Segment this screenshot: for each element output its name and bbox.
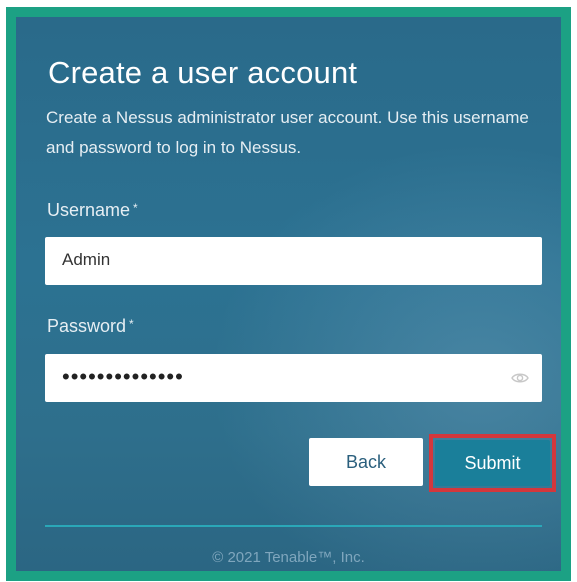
username-label-text: Username	[47, 200, 131, 220]
username-input[interactable]	[45, 237, 482, 283]
username-label: Username *	[47, 200, 138, 221]
password-label-text: Password	[47, 316, 127, 336]
password-input[interactable]	[45, 354, 482, 400]
username-required-marker: *	[133, 201, 138, 215]
create-account-panel: Create a user account Create a Nessus ad…	[16, 17, 561, 571]
copyright-footer: © 2021 Tenable™, Inc.	[212, 549, 365, 566]
password-required-marker: *	[129, 317, 134, 331]
submit-button[interactable]: Submit	[435, 440, 550, 486]
setup-frame: Create a user account Create a Nessus ad…	[6, 7, 571, 581]
username-field[interactable]	[45, 237, 542, 285]
password-label: Password *	[47, 316, 134, 337]
footer-divider	[45, 525, 542, 527]
password-field[interactable]	[45, 354, 542, 402]
back-button[interactable]: Back	[309, 438, 423, 486]
eye-icon[interactable]	[511, 371, 529, 385]
page-description: Create a Nessus administrator user accou…	[46, 108, 529, 157]
page-title: Create a user account	[48, 55, 358, 90]
